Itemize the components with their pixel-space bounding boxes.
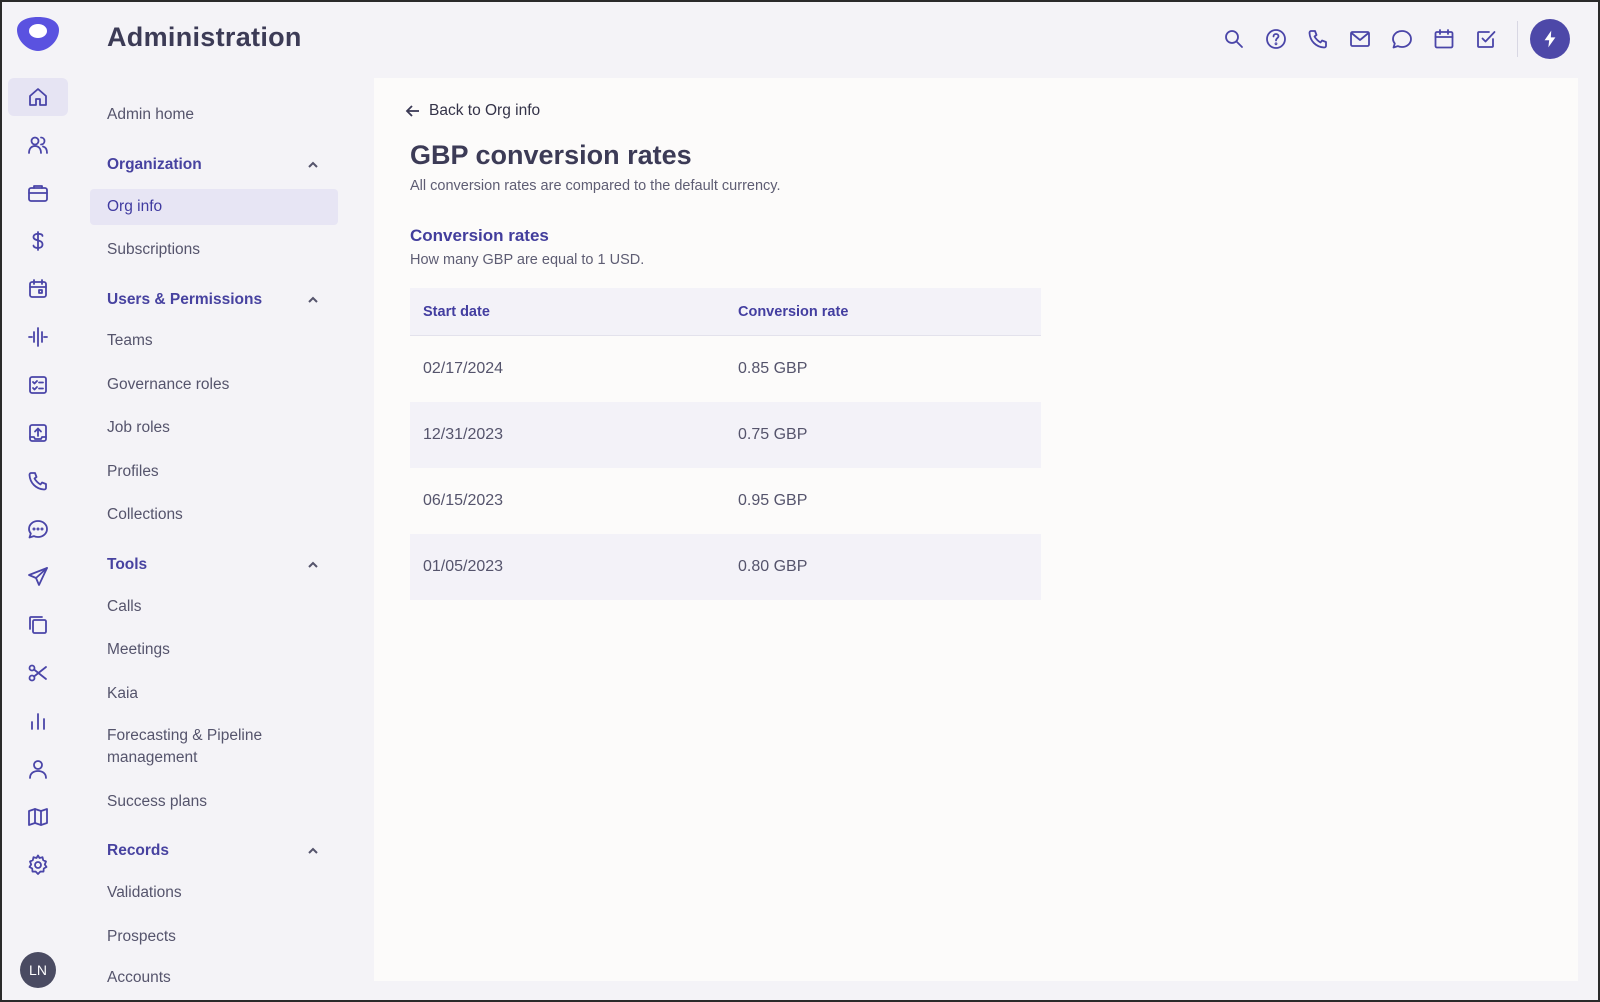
- person-icon[interactable]: [8, 750, 68, 788]
- nav-item-meetings[interactable]: Meetings: [90, 632, 338, 668]
- scissors-icon[interactable]: [8, 654, 68, 692]
- conversion-rates-table: Start date Conversion rate 02/17/2024 0.…: [410, 288, 1041, 600]
- nav-item-job-roles[interactable]: Job roles: [90, 410, 338, 446]
- nav-section-records[interactable]: Records: [90, 836, 320, 866]
- nav-item-kaia[interactable]: Kaia: [90, 676, 338, 712]
- copy-icon[interactable]: [8, 606, 68, 644]
- table-row[interactable]: 06/15/2023 0.95 GBP: [410, 468, 1041, 534]
- bolt-icon[interactable]: [1530, 19, 1570, 59]
- cell-start-date: 02/17/2024: [423, 360, 504, 377]
- arrow-left-icon: [405, 105, 419, 117]
- section-title: Conversion rates: [410, 226, 549, 245]
- nav-item-profiles[interactable]: Profiles: [90, 454, 338, 490]
- nav-section-label: Organization: [107, 156, 202, 173]
- chevron-up-icon: [308, 561, 318, 568]
- table-row[interactable]: 01/05/2023 0.80 GBP: [410, 534, 1041, 600]
- table-row[interactable]: 12/31/2023 0.75 GBP: [410, 402, 1041, 468]
- cell-start-date: 06/15/2023: [423, 492, 504, 509]
- cell-conversion-rate: 0.85 GBP: [738, 360, 808, 377]
- nav-section-label: Tools: [107, 556, 148, 573]
- nav-item-success-plans[interactable]: Success plans: [90, 784, 338, 820]
- task-icon[interactable]: [1465, 18, 1507, 60]
- home-icon[interactable]: [8, 78, 68, 116]
- nav-item-org-info[interactable]: Org info: [90, 189, 338, 225]
- upload-icon[interactable]: [8, 414, 68, 452]
- page-title: Administration: [107, 22, 302, 52]
- chevron-up-icon: [308, 847, 318, 854]
- cell-start-date: 12/31/2023: [423, 426, 504, 443]
- people-icon[interactable]: [8, 126, 68, 164]
- top-toolbar: [1213, 18, 1570, 60]
- section-subtitle: How many GBP are equal to 1 USD.: [410, 252, 645, 268]
- chat-icon[interactable]: [1381, 18, 1423, 60]
- bar-chart-icon[interactable]: [8, 702, 68, 740]
- content-subtitle: All conversion rates are compared to the…: [410, 178, 781, 194]
- cell-conversion-rate: 0.80 GBP: [738, 558, 808, 575]
- nav-section-organization[interactable]: Organization: [90, 150, 320, 180]
- nav-item-subscriptions[interactable]: Subscriptions: [90, 232, 338, 268]
- briefcase-icon[interactable]: [8, 174, 68, 212]
- user-avatar[interactable]: LN: [20, 952, 56, 988]
- nav-section-tools[interactable]: Tools: [90, 550, 320, 580]
- checklist-icon[interactable]: [8, 366, 68, 404]
- phone-icon[interactable]: [1297, 18, 1339, 60]
- search-icon[interactable]: [1213, 18, 1255, 60]
- toolbar-divider: [1517, 21, 1518, 57]
- content-title: GBP conversion rates: [410, 140, 692, 170]
- nav-admin-home[interactable]: Admin home: [90, 97, 338, 133]
- app-logo-icon[interactable]: [15, 14, 61, 54]
- main-content-card: Back to Org info GBP conversion rates Al…: [374, 78, 1578, 981]
- nav-item-calls[interactable]: Calls: [90, 589, 338, 625]
- dollar-icon[interactable]: [8, 222, 68, 260]
- phone-icon[interactable]: [8, 462, 68, 500]
- nav-item-teams[interactable]: Teams: [90, 323, 338, 359]
- cell-start-date: 01/05/2023: [423, 558, 504, 575]
- settings-icon[interactable]: [8, 846, 68, 884]
- nav-section-label: Records: [107, 842, 170, 859]
- back-to-org-info-link[interactable]: Back to Org info: [404, 102, 540, 120]
- nav-item-accounts[interactable]: Accounts: [90, 963, 338, 985]
- icon-rail: LN: [2, 2, 72, 1000]
- calendar-icon[interactable]: [8, 270, 68, 308]
- column-header-conversion-rate[interactable]: Conversion rate: [725, 304, 1041, 320]
- nav-section-label: Users & Permissions: [107, 291, 263, 308]
- nav-item-prospects[interactable]: Prospects: [90, 919, 338, 955]
- calendar-icon[interactable]: [1423, 18, 1465, 60]
- nav-item-collections[interactable]: Collections: [90, 497, 338, 533]
- cell-conversion-rate: 0.75 GBP: [738, 426, 808, 443]
- nav-item-validations[interactable]: Validations: [90, 875, 338, 911]
- pulse-icon[interactable]: [8, 318, 68, 356]
- help-icon[interactable]: [1255, 18, 1297, 60]
- back-link-label: Back to Org info: [429, 102, 541, 119]
- cell-conversion-rate: 0.95 GBP: [738, 492, 808, 509]
- chevron-up-icon: [308, 296, 318, 303]
- nav-item-governance-roles[interactable]: Governance roles: [90, 367, 338, 403]
- chevron-up-icon: [308, 161, 318, 168]
- column-header-start-date[interactable]: Start date: [410, 304, 725, 320]
- avatar-initials: LN: [29, 962, 47, 978]
- table-header: Start date Conversion rate: [410, 288, 1041, 336]
- send-icon[interactable]: [8, 558, 68, 596]
- map-icon[interactable]: [8, 798, 68, 836]
- nav-section-users-permissions[interactable]: Users & Permissions: [90, 285, 320, 315]
- chat-icon[interactable]: [8, 510, 68, 548]
- nav-item-forecasting-pipeline[interactable]: Forecasting & Pipeline management: [90, 723, 290, 771]
- table-row[interactable]: 02/17/2024 0.85 GBP: [410, 336, 1041, 402]
- mail-icon[interactable]: [1339, 18, 1381, 60]
